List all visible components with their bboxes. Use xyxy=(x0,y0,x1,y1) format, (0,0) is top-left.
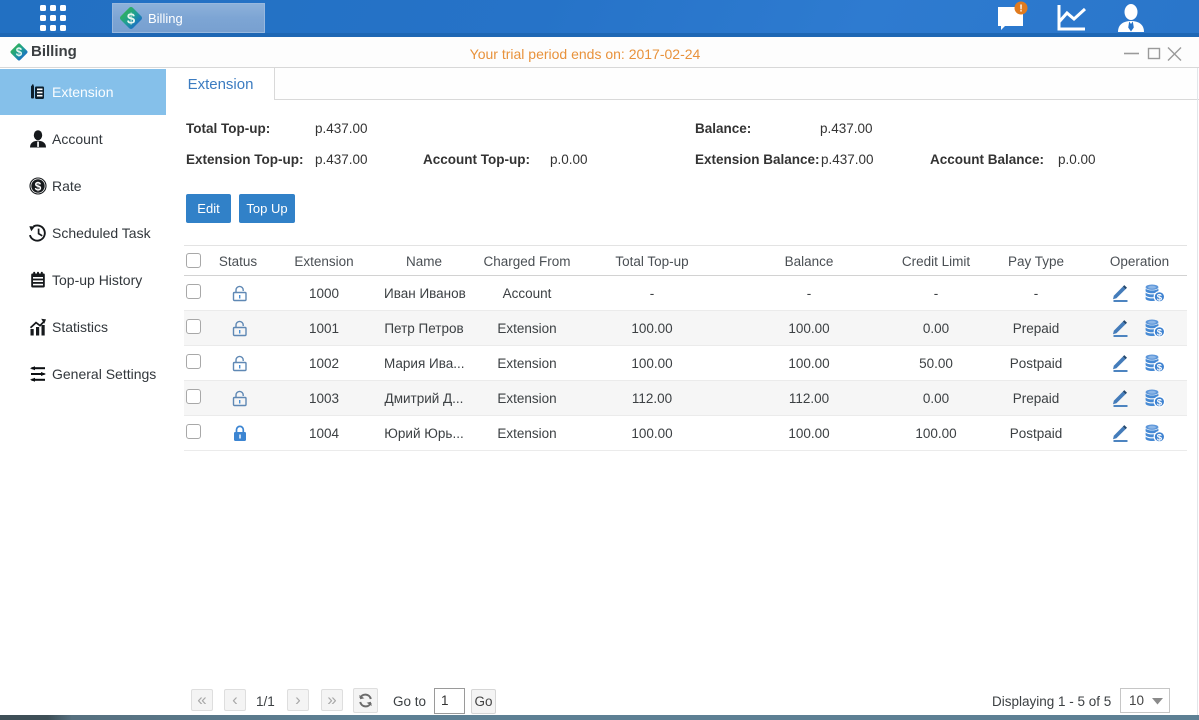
svg-text:$: $ xyxy=(127,11,136,28)
svg-text:$: $ xyxy=(35,179,42,193)
svg-text:!: ! xyxy=(1019,4,1022,15)
